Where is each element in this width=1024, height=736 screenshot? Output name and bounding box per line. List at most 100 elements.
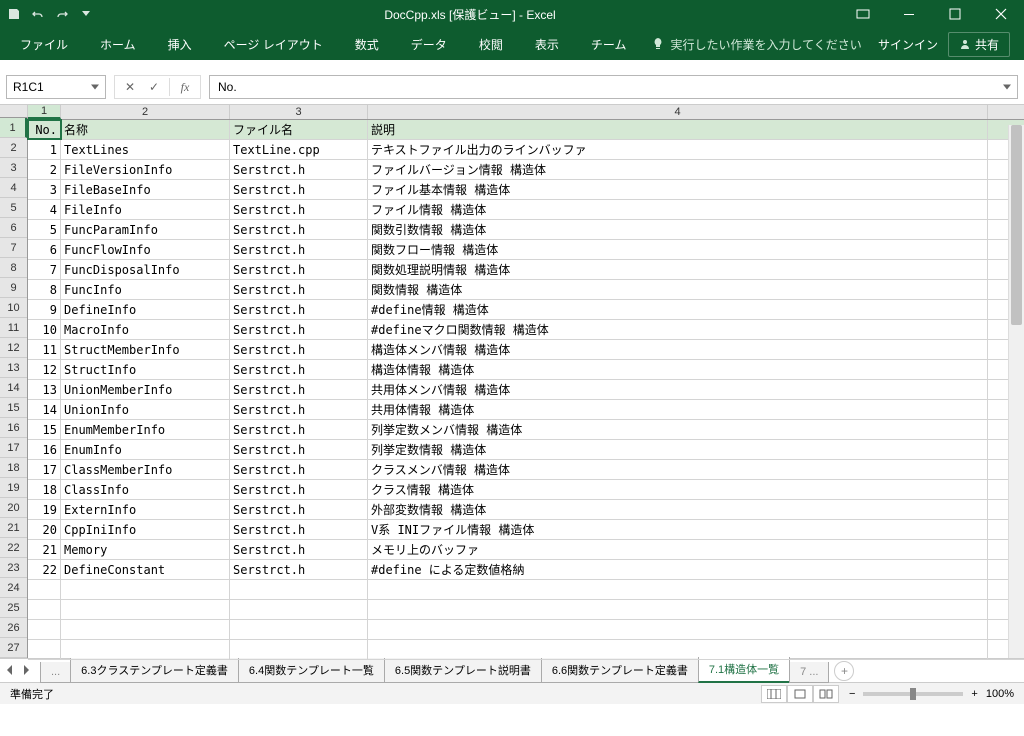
tab-team[interactable]: チーム bbox=[575, 30, 643, 59]
qat-dropdown-icon[interactable] bbox=[78, 6, 94, 22]
cell[interactable]: 22 bbox=[28, 560, 61, 579]
cell[interactable]: TextLine.cpp bbox=[230, 140, 368, 159]
cell[interactable] bbox=[28, 620, 61, 639]
cell[interactable]: 関数フロー情報 構造体 bbox=[368, 240, 988, 259]
cell[interactable]: 関数処理説明情報 構造体 bbox=[368, 260, 988, 279]
tab-prev-icon[interactable] bbox=[6, 665, 18, 677]
cell[interactable]: クラス情報 構造体 bbox=[368, 480, 988, 499]
cell[interactable]: 21 bbox=[28, 540, 61, 559]
sheet-tab[interactable]: 7.1構造体一覧 bbox=[698, 657, 790, 683]
cell[interactable]: 3 bbox=[28, 180, 61, 199]
row-header[interactable]: 21 bbox=[0, 518, 27, 538]
col-header-2[interactable]: 2 bbox=[61, 105, 230, 119]
cell[interactable]: 20 bbox=[28, 520, 61, 539]
cell[interactable]: FuncFlowInfo bbox=[61, 240, 230, 259]
cell[interactable]: 5 bbox=[28, 220, 61, 239]
zoom-slider[interactable] bbox=[863, 692, 963, 696]
cell[interactable]: Serstrct.h bbox=[230, 520, 368, 539]
fx-icon[interactable]: fx bbox=[176, 78, 194, 96]
tab-layout[interactable]: ページ レイアウト bbox=[208, 30, 339, 59]
save-icon[interactable] bbox=[6, 6, 22, 22]
sheet-tab[interactable]: 6.3クラステンプレート定義書 bbox=[70, 658, 239, 683]
cell[interactable] bbox=[368, 580, 988, 599]
cell[interactable]: 7 bbox=[28, 260, 61, 279]
sheet-tab-overflow-right[interactable]: 7 ... bbox=[789, 662, 829, 683]
cell[interactable]: Serstrct.h bbox=[230, 240, 368, 259]
cell[interactable] bbox=[61, 600, 230, 619]
cell[interactable]: Serstrct.h bbox=[230, 560, 368, 579]
tab-review[interactable]: 校閲 bbox=[463, 30, 519, 59]
cell[interactable]: ファイル情報 構造体 bbox=[368, 200, 988, 219]
row-header[interactable]: 5 bbox=[0, 198, 27, 218]
cell[interactable] bbox=[61, 580, 230, 599]
cell[interactable] bbox=[61, 640, 230, 659]
cell[interactable]: クラスメンバ情報 構造体 bbox=[368, 460, 988, 479]
sheet-tab-overflow-left[interactable]: ... bbox=[40, 662, 71, 683]
cell[interactable] bbox=[368, 640, 988, 659]
vertical-scrollbar[interactable] bbox=[1008, 125, 1024, 658]
cell[interactable]: ClassMemberInfo bbox=[61, 460, 230, 479]
row-header[interactable]: 26 bbox=[0, 618, 27, 638]
cell[interactable]: 2 bbox=[28, 160, 61, 179]
cell[interactable]: EnumInfo bbox=[61, 440, 230, 459]
cell[interactable] bbox=[368, 620, 988, 639]
row-header[interactable]: 11 bbox=[0, 318, 27, 338]
cell[interactable]: 12 bbox=[28, 360, 61, 379]
cell[interactable]: 構造体メンバ情報 構造体 bbox=[368, 340, 988, 359]
row-header[interactable]: 24 bbox=[0, 578, 27, 598]
cell[interactable]: 11 bbox=[28, 340, 61, 359]
sheet-tab[interactable]: 6.6関数テンプレート定義書 bbox=[541, 658, 699, 683]
row-header[interactable]: 18 bbox=[0, 458, 27, 478]
cell[interactable]: 17 bbox=[28, 460, 61, 479]
row-header[interactable]: 17 bbox=[0, 438, 27, 458]
cell[interactable]: Serstrct.h bbox=[230, 180, 368, 199]
zoom-out-icon[interactable]: − bbox=[849, 688, 855, 700]
cell[interactable]: Serstrct.h bbox=[230, 420, 368, 439]
cell[interactable]: 8 bbox=[28, 280, 61, 299]
cell[interactable] bbox=[28, 640, 61, 659]
cell[interactable]: 共用体メンバ情報 構造体 bbox=[368, 380, 988, 399]
cancel-icon[interactable]: ✕ bbox=[121, 78, 139, 96]
cell[interactable]: FileVersionInfo bbox=[61, 160, 230, 179]
cell[interactable]: Serstrct.h bbox=[230, 300, 368, 319]
row-header[interactable]: 23 bbox=[0, 558, 27, 578]
minimize-icon[interactable] bbox=[886, 0, 932, 28]
cell[interactable]: Serstrct.h bbox=[230, 200, 368, 219]
cell[interactable]: 10 bbox=[28, 320, 61, 339]
cell[interactable]: 14 bbox=[28, 400, 61, 419]
redo-icon[interactable] bbox=[54, 6, 70, 22]
cell[interactable]: DefineConstant bbox=[61, 560, 230, 579]
cell[interactable]: Serstrct.h bbox=[230, 320, 368, 339]
row-header[interactable]: 20 bbox=[0, 498, 27, 518]
tab-insert[interactable]: 挿入 bbox=[152, 30, 208, 59]
cell[interactable]: Serstrct.h bbox=[230, 500, 368, 519]
page-layout-view-icon[interactable] bbox=[787, 685, 813, 703]
row-header[interactable]: 3 bbox=[0, 158, 27, 178]
row-header[interactable]: 27 bbox=[0, 638, 27, 658]
cell[interactable]: 名称 bbox=[61, 120, 230, 139]
undo-icon[interactable] bbox=[30, 6, 46, 22]
cell[interactable]: 構造体情報 構造体 bbox=[368, 360, 988, 379]
cell[interactable]: Serstrct.h bbox=[230, 460, 368, 479]
cell[interactable]: 18 bbox=[28, 480, 61, 499]
cell[interactable]: MacroInfo bbox=[61, 320, 230, 339]
cell[interactable]: 9 bbox=[28, 300, 61, 319]
cell[interactable]: Serstrct.h bbox=[230, 220, 368, 239]
cell[interactable]: Serstrct.h bbox=[230, 400, 368, 419]
cell[interactable]: Serstrct.h bbox=[230, 280, 368, 299]
cell[interactable]: #define情報 構造体 bbox=[368, 300, 988, 319]
cell[interactable]: CppIniInfo bbox=[61, 520, 230, 539]
cell[interactable]: StructInfo bbox=[61, 360, 230, 379]
cell[interactable]: Serstrct.h bbox=[230, 540, 368, 559]
row-header[interactable]: 2 bbox=[0, 138, 27, 158]
row-header[interactable]: 22 bbox=[0, 538, 27, 558]
cell[interactable]: Serstrct.h bbox=[230, 360, 368, 379]
cell[interactable]: DefineInfo bbox=[61, 300, 230, 319]
cell[interactable]: 列挙定数情報 構造体 bbox=[368, 440, 988, 459]
cell[interactable]: FileBaseInfo bbox=[61, 180, 230, 199]
cell[interactable]: ClassInfo bbox=[61, 480, 230, 499]
row-header[interactable]: 25 bbox=[0, 598, 27, 618]
cell[interactable]: 列挙定数メンバ情報 構造体 bbox=[368, 420, 988, 439]
cell[interactable]: FuncDisposalInfo bbox=[61, 260, 230, 279]
cell[interactable] bbox=[368, 600, 988, 619]
